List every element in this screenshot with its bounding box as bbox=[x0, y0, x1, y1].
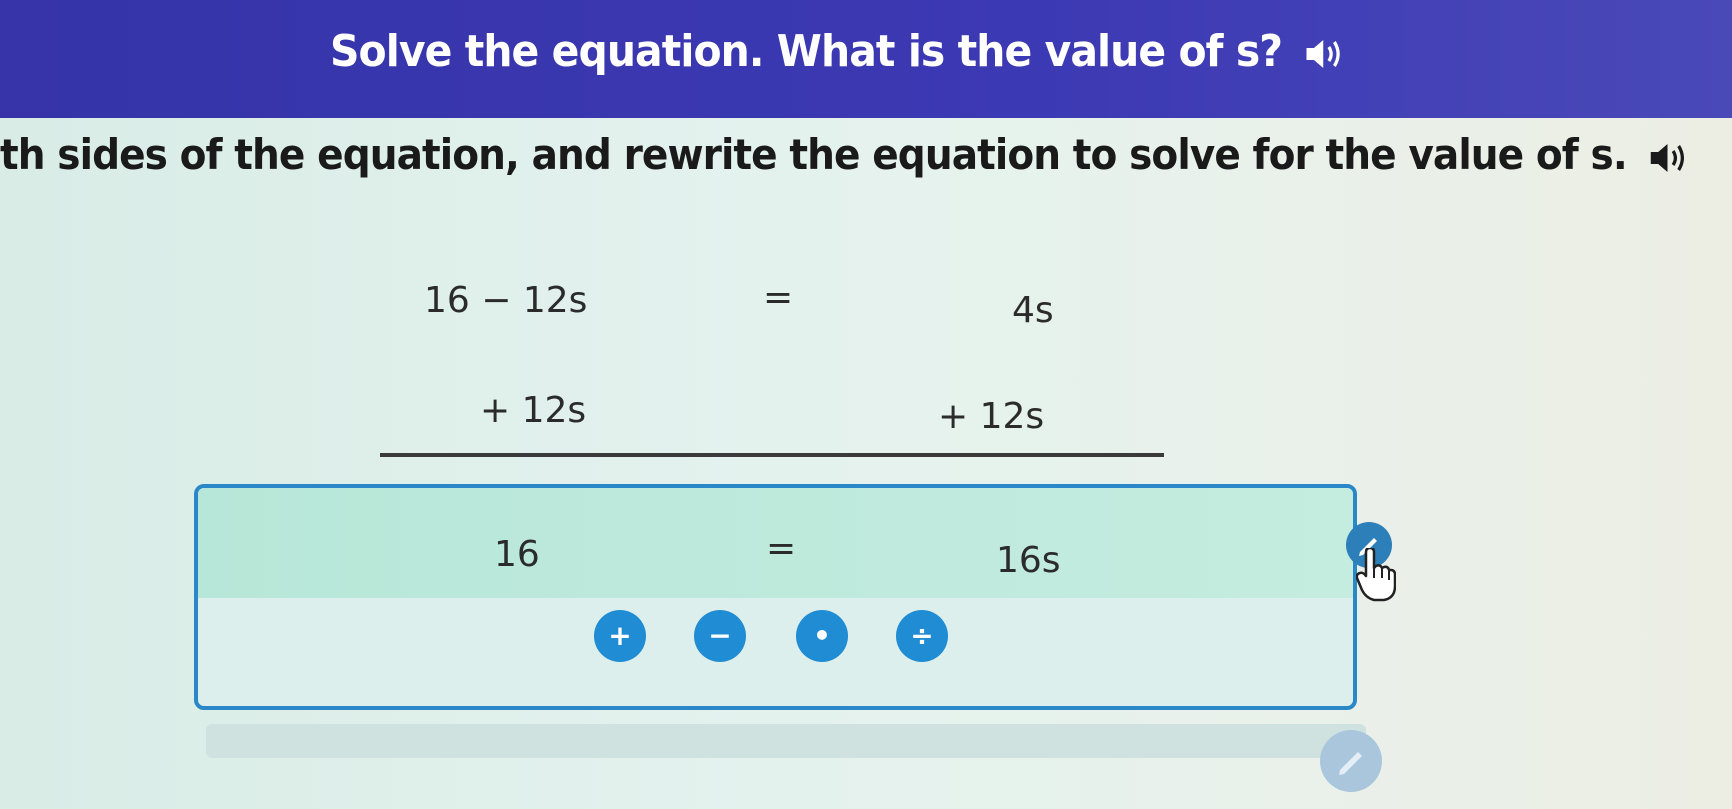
result-equals-sign: = bbox=[766, 528, 797, 569]
equation-equals-sign: = bbox=[763, 277, 794, 318]
multiply-button[interactable]: • bbox=[796, 610, 848, 662]
result-right-side: 16s bbox=[996, 540, 1061, 581]
instruction: th sides of the equation, and rewrite th… bbox=[0, 130, 1690, 179]
pencil-icon bbox=[1339, 752, 1362, 775]
instruction-text: th sides of the equation, and rewrite th… bbox=[0, 130, 1628, 179]
equation-right-side: 4s bbox=[1012, 290, 1054, 331]
equation-left-side: 16 − 12s bbox=[424, 280, 588, 321]
subtract-button[interactable]: − bbox=[694, 610, 746, 662]
speaker-icon[interactable] bbox=[1647, 141, 1690, 175]
left-added-term: + 12s bbox=[480, 390, 587, 431]
question-title: Solve the equation. What is the value of… bbox=[330, 26, 1346, 77]
speaker-icon[interactable] bbox=[1303, 37, 1346, 71]
faded-check-button bbox=[1320, 730, 1382, 792]
hand-cursor-icon bbox=[1356, 548, 1396, 602]
header-bar: Solve the equation. What is the value of… bbox=[0, 0, 1732, 118]
result-row[interactable]: 16 = 16s bbox=[198, 488, 1353, 598]
divide-button[interactable]: ÷ bbox=[896, 610, 948, 662]
question-title-text: Solve the equation. What is the value of… bbox=[330, 26, 1283, 77]
sum-line bbox=[380, 453, 1164, 457]
add-button[interactable]: + bbox=[594, 610, 646, 662]
right-added-term: + 12s bbox=[938, 396, 1045, 437]
work-box: 16 = 16s + − • ÷ bbox=[194, 484, 1357, 710]
next-step-placeholder bbox=[206, 724, 1366, 758]
result-left-side: 16 bbox=[494, 534, 540, 575]
